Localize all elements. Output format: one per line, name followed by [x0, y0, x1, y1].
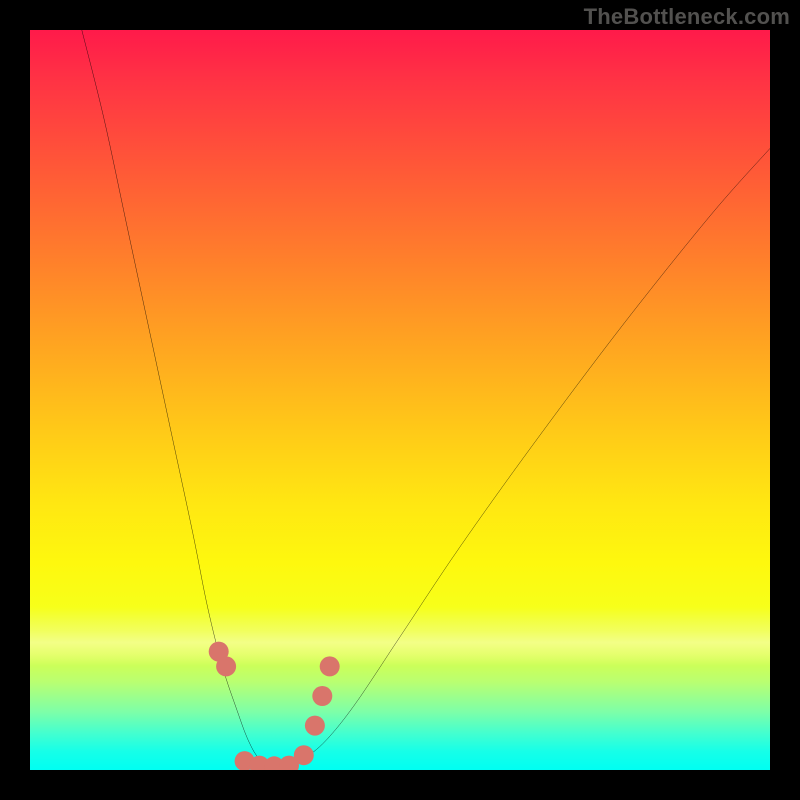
highlight-markers	[209, 642, 340, 770]
bottleneck-curve	[82, 30, 770, 767]
marker-dot	[216, 656, 236, 676]
marker-dot	[294, 745, 314, 765]
curve-layer	[30, 30, 770, 770]
marker-dot	[320, 656, 340, 676]
watermark-text: TheBottleneck.com	[584, 4, 790, 30]
marker-dot	[312, 686, 332, 706]
chart-frame: TheBottleneck.com	[0, 0, 800, 800]
marker-dot	[305, 716, 325, 736]
plot-area	[30, 30, 770, 770]
